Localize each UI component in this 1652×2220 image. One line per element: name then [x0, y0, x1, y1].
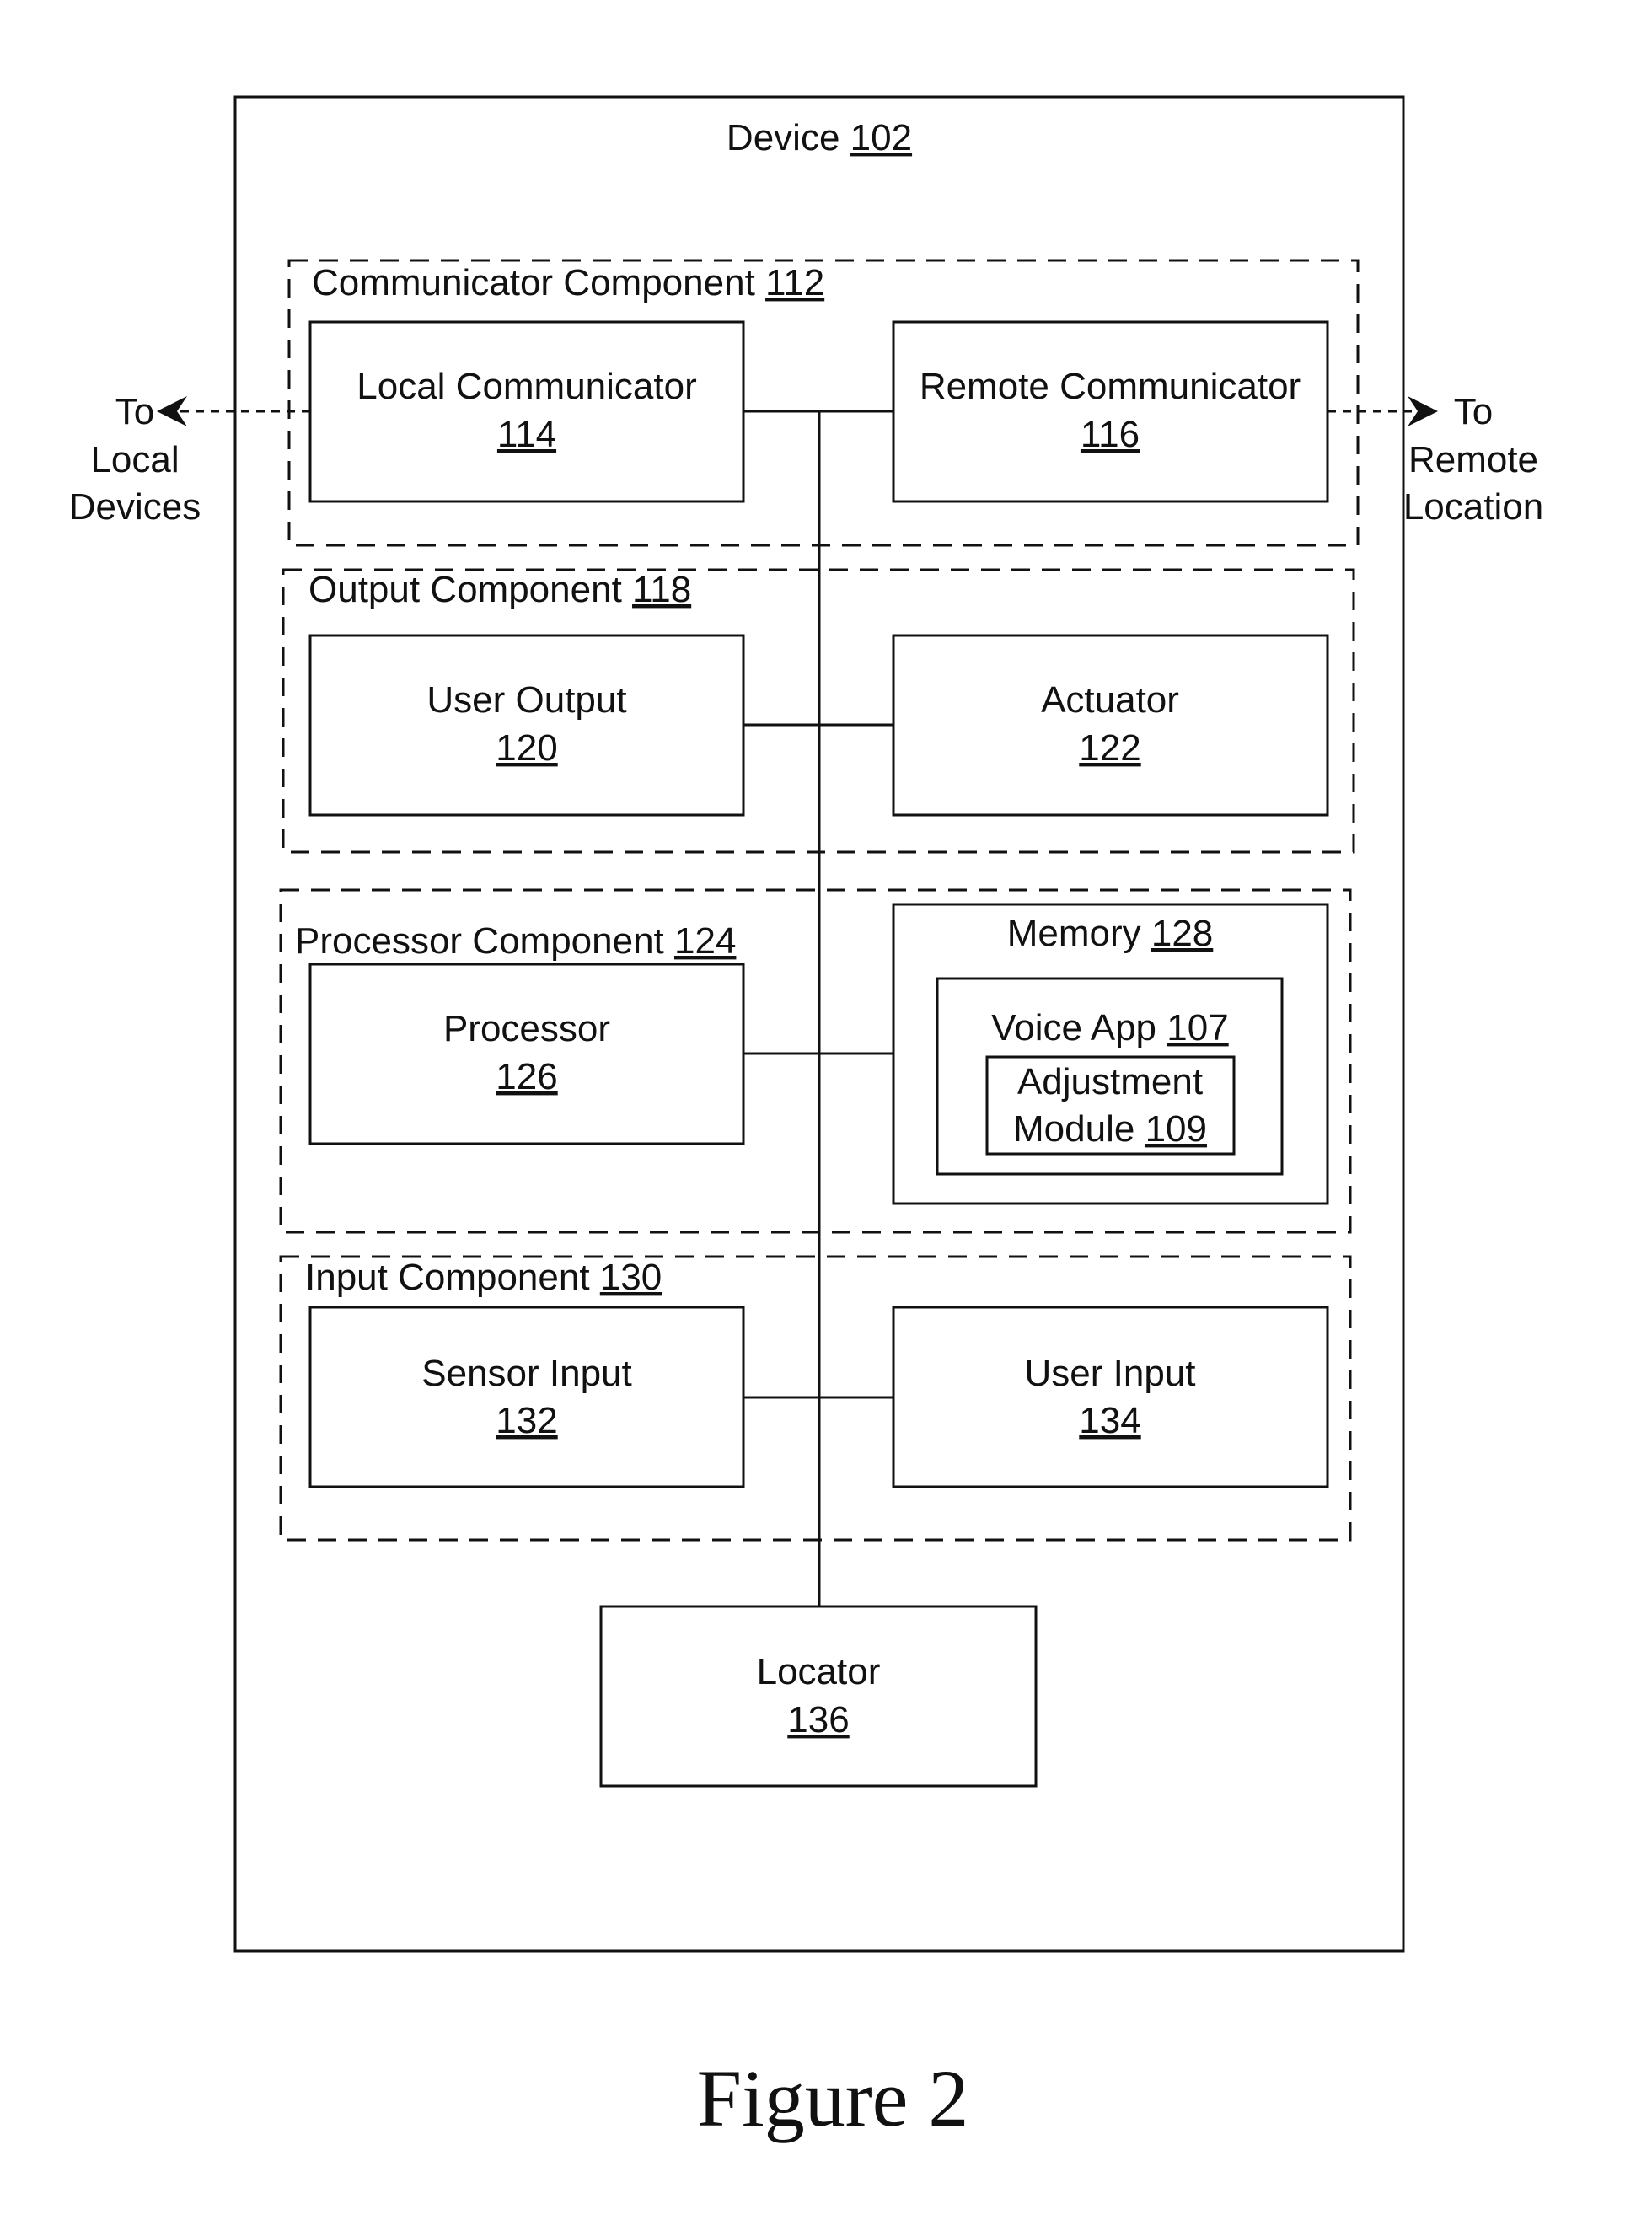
sensor-input-name: Sensor Input [421, 1353, 632, 1394]
remote-communicator [892, 320, 1329, 503]
user-input [892, 1306, 1329, 1488]
svg-text:To: To [115, 391, 154, 432]
user-output-name: User Output [426, 679, 626, 721]
svg-text:Remote: Remote [1408, 439, 1538, 480]
processor-ref: 126 [496, 1056, 557, 1097]
user-output [308, 634, 745, 817]
local-communicator-name: Local Communicator [357, 366, 697, 407]
device-label: Device 102 [727, 117, 912, 158]
output-label: Output Component 118 [308, 569, 691, 610]
svg-text:Location: Location [1403, 486, 1543, 528]
locator-name: Locator [757, 1651, 881, 1692]
svg-text:Devices: Devices [69, 486, 201, 528]
figure-caption: Figure 2 [697, 2053, 969, 2143]
adjustment-module-line2: Module 109 [1013, 1108, 1207, 1150]
input-component-label: Input Component 130 [305, 1257, 662, 1298]
communicator-label: Communicator Component 112 [312, 262, 824, 303]
user-output-ref: 120 [496, 727, 557, 769]
processor-component-label: Processor Component 124 [295, 920, 736, 962]
processor-name: Processor [443, 1008, 610, 1049]
device-diagram: Device 102 Communicator Component 112 Lo… [69, 95, 1543, 2143]
user-input-name: User Input [1025, 1353, 1196, 1394]
remote-communicator-ref: 116 [1081, 414, 1140, 455]
user-input-ref: 134 [1079, 1400, 1140, 1441]
remote-communicator-name: Remote Communicator [920, 366, 1301, 407]
voice-app-label: Voice App 107 [991, 1007, 1228, 1048]
adjustment-module-line1: Adjustment [1017, 1061, 1203, 1102]
actuator [892, 634, 1329, 817]
actuator-name: Actuator [1041, 679, 1179, 721]
sensor-input [308, 1306, 745, 1488]
sensor-input-ref: 132 [496, 1400, 557, 1441]
local-communicator-ref: 114 [497, 414, 556, 455]
locator-ref: 136 [787, 1699, 849, 1740]
processor [308, 963, 745, 1145]
local-communicator [308, 320, 745, 503]
svg-text:To: To [1454, 391, 1493, 432]
locator [599, 1605, 1038, 1788]
svg-text:Local: Local [90, 439, 179, 480]
memory-label: Memory 128 [1007, 913, 1214, 954]
actuator-ref: 122 [1079, 727, 1140, 769]
